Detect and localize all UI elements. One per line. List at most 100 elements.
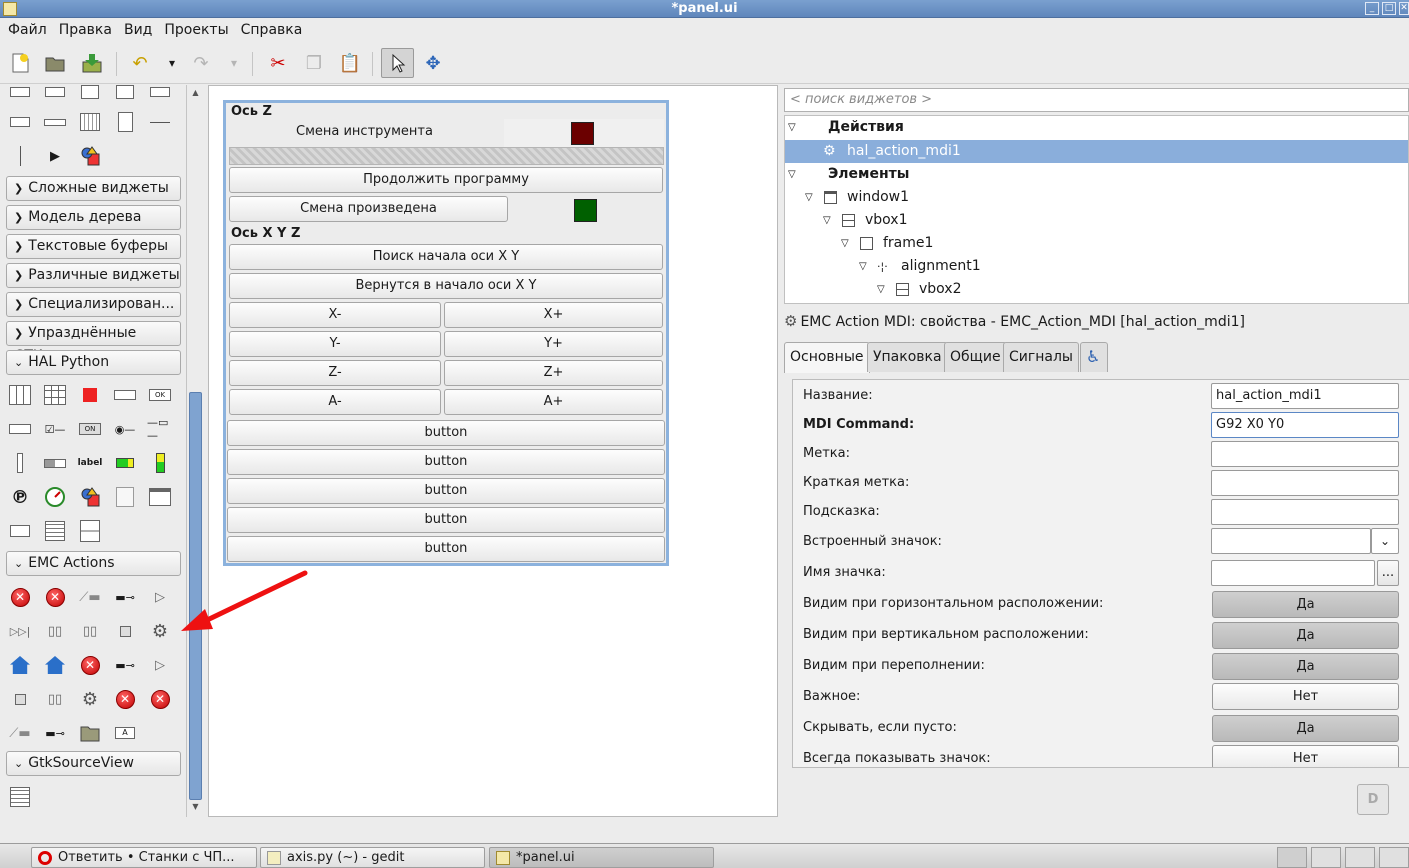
undo-icon[interactable]: ↶ <box>125 48 155 78</box>
shapes-icon[interactable] <box>77 143 103 169</box>
hal-listview-icon[interactable] <box>77 518 103 544</box>
home-all-icon[interactable] <box>42 652 68 678</box>
stop-icon[interactable] <box>112 618 138 644</box>
visible-overflow-toggle[interactable]: Да <box>1212 653 1399 680</box>
tree-row-vbox1[interactable]: ▽ vbox1 <box>785 209 1408 232</box>
expander-down-icon[interactable]: ▽ <box>859 255 867 278</box>
entry-icon[interactable] <box>7 109 33 135</box>
tree-row-hal-action-mdi1[interactable]: ⚙ hal_action_mdi1 <box>785 140 1408 163</box>
progressbar-icon[interactable] <box>42 109 68 135</box>
step-icon[interactable]: ▷▷| <box>7 618 33 644</box>
group-specialized[interactable]: ❯ Специализирован... <box>6 292 181 317</box>
tab-packing[interactable]: Упаковка <box>867 342 948 372</box>
window1-preview[interactable]: Ось Z Смена инструмента Продолжить прогр… <box>223 100 669 566</box>
design-canvas[interactable]: Ось Z Смена инструмента Продолжить прогр… <box>208 85 778 817</box>
jog-y-plus-button[interactable]: Y+ <box>444 331 663 357</box>
taskbar-item-browser[interactable]: Ответить • Станки с ЧП... <box>31 847 257 868</box>
undo-dropdown-icon[interactable]: ▾ <box>157 48 187 78</box>
generic-button-4[interactable]: button <box>227 507 665 533</box>
hal-vbar-icon[interactable] <box>147 450 173 476</box>
jog-a-minus-button[interactable]: A- <box>229 389 441 415</box>
hal-sourceview-icon[interactable] <box>42 518 68 544</box>
estop-toggle-icon[interactable]: ✕ <box>112 686 138 712</box>
tooltip-input[interactable] <box>1211 499 1399 525</box>
generic-button-1[interactable]: button <box>227 420 665 446</box>
hal-vscale-icon[interactable] <box>7 450 33 476</box>
short-label-input[interactable] <box>1211 470 1399 496</box>
generic-button-3[interactable]: button <box>227 478 665 504</box>
sourceview-icon[interactable] <box>7 784 33 810</box>
scroll-down-icon[interactable]: ▼ <box>189 802 202 814</box>
placeholder-area[interactable] <box>229 147 664 165</box>
tab-common[interactable]: Общие <box>944 342 1007 372</box>
redo-dropdown-icon[interactable]: ▾ <box>219 48 249 78</box>
drag-resize-icon[interactable]: ✥ <box>418 48 448 78</box>
estop-reset-icon[interactable]: ✕ <box>42 584 68 610</box>
unhome-icon[interactable]: ✕ <box>77 652 103 678</box>
hal-led-icon[interactable] <box>77 382 103 408</box>
estop-icon[interactable]: ✕ <box>7 584 33 610</box>
workspace-1[interactable] <box>1277 847 1307 868</box>
group-misc-widgets[interactable]: ❯ Различные виджеты <box>6 263 181 288</box>
expander-down-icon[interactable]: ▽ <box>877 278 885 301</box>
expander-down-icon[interactable]: ▽ <box>805 186 813 209</box>
always-show-icon-toggle[interactable]: Нет <box>1212 745 1399 767</box>
tree-row-actions[interactable]: ▽ Действия <box>785 116 1408 139</box>
workspace-4[interactable] <box>1379 847 1409 868</box>
menu-file[interactable]: Файл <box>0 18 53 42</box>
estop-toggle2-icon[interactable]: ✕ <box>147 686 173 712</box>
scrollbar-thumb[interactable] <box>189 392 202 800</box>
docs-icon[interactable]: D <box>1357 784 1389 815</box>
buttonbox-icon[interactable] <box>147 85 173 105</box>
visible-vertical-toggle[interactable]: Да <box>1212 622 1399 649</box>
resume-icon[interactable]: ▯▯ <box>77 618 103 644</box>
label-a-icon[interactable]: A <box>112 720 138 746</box>
hal-grid-icon[interactable] <box>42 382 68 408</box>
machine-off-icon[interactable]: ⟋▬ <box>77 584 103 610</box>
generic-button-2[interactable]: button <box>227 449 665 475</box>
group-complex-widgets[interactable]: ❯ Сложные виджеты <box>6 176 181 201</box>
toggle-power-icon[interactable]: ▬⊸ <box>112 652 138 678</box>
label-input[interactable] <box>1211 441 1399 467</box>
new-icon[interactable] <box>5 48 35 78</box>
action-mdi-gears-icon[interactable]: ⚙ <box>147 618 173 644</box>
jog-x-plus-button[interactable]: X+ <box>444 302 663 328</box>
workspace-3[interactable] <box>1345 847 1375 868</box>
home-icon[interactable] <box>7 652 33 678</box>
menu-edit[interactable]: Правка <box>53 18 118 42</box>
pause-toggle-icon[interactable]: ▯▯ <box>42 686 68 712</box>
calendar-icon[interactable] <box>77 109 103 135</box>
minimize-button[interactable]: _ <box>1365 2 1379 15</box>
gears-icon[interactable]: ⚙ <box>77 686 103 712</box>
list-icon[interactable] <box>112 85 138 105</box>
arrow-icon[interactable]: ▶ <box>42 143 68 169</box>
hal-shapes-icon[interactable] <box>77 484 103 510</box>
close-button[interactable]: ✕ <box>1399 2 1409 15</box>
menu-projects[interactable]: Проекты <box>158 18 234 42</box>
expander-down-icon[interactable]: ▽ <box>823 209 831 232</box>
jog-y-minus-button[interactable]: Y- <box>229 331 441 357</box>
hseparator-icon[interactable] <box>147 109 173 135</box>
hide-empty-toggle[interactable]: Да <box>1212 715 1399 742</box>
paste-icon[interactable]: 📋 <box>335 48 365 78</box>
stock-icon-select[interactable] <box>1211 528 1371 554</box>
pointer-icon[interactable] <box>381 48 414 78</box>
hal-gremlin-icon[interactable] <box>112 484 138 510</box>
group-deprecated-gtk[interactable]: ❯Упразднённые GTK+ <box>6 321 181 364</box>
search-home-button[interactable]: Поиск начала оси X Y <box>229 244 663 270</box>
hal-hscale-icon[interactable]: —▭— <box>147 416 173 442</box>
hal-hbar-icon[interactable] <box>112 450 138 476</box>
frame-icon[interactable] <box>42 85 68 105</box>
group-text-buffers[interactable]: ❯ Текстовые буферы <box>6 234 181 259</box>
jog-x-minus-button[interactable]: X- <box>229 302 441 328</box>
hal-meter-icon[interactable] <box>42 484 68 510</box>
change-done-button[interactable]: Смена произведена <box>229 196 508 222</box>
scroll-up-icon[interactable]: ▲ <box>189 88 202 100</box>
hal-progressbar-icon[interactable] <box>42 450 68 476</box>
continue-program-button[interactable]: Продолжить программу <box>229 167 663 193</box>
stop-toggle-icon[interactable] <box>7 686 33 712</box>
document-icon[interactable] <box>112 109 138 135</box>
visible-horizontal-toggle[interactable]: Да <box>1212 591 1399 618</box>
tree-row-alignment1[interactable]: ▽ ·¦· alignment1 <box>785 255 1408 278</box>
power-on-icon[interactable]: ▬⊸ <box>42 720 68 746</box>
